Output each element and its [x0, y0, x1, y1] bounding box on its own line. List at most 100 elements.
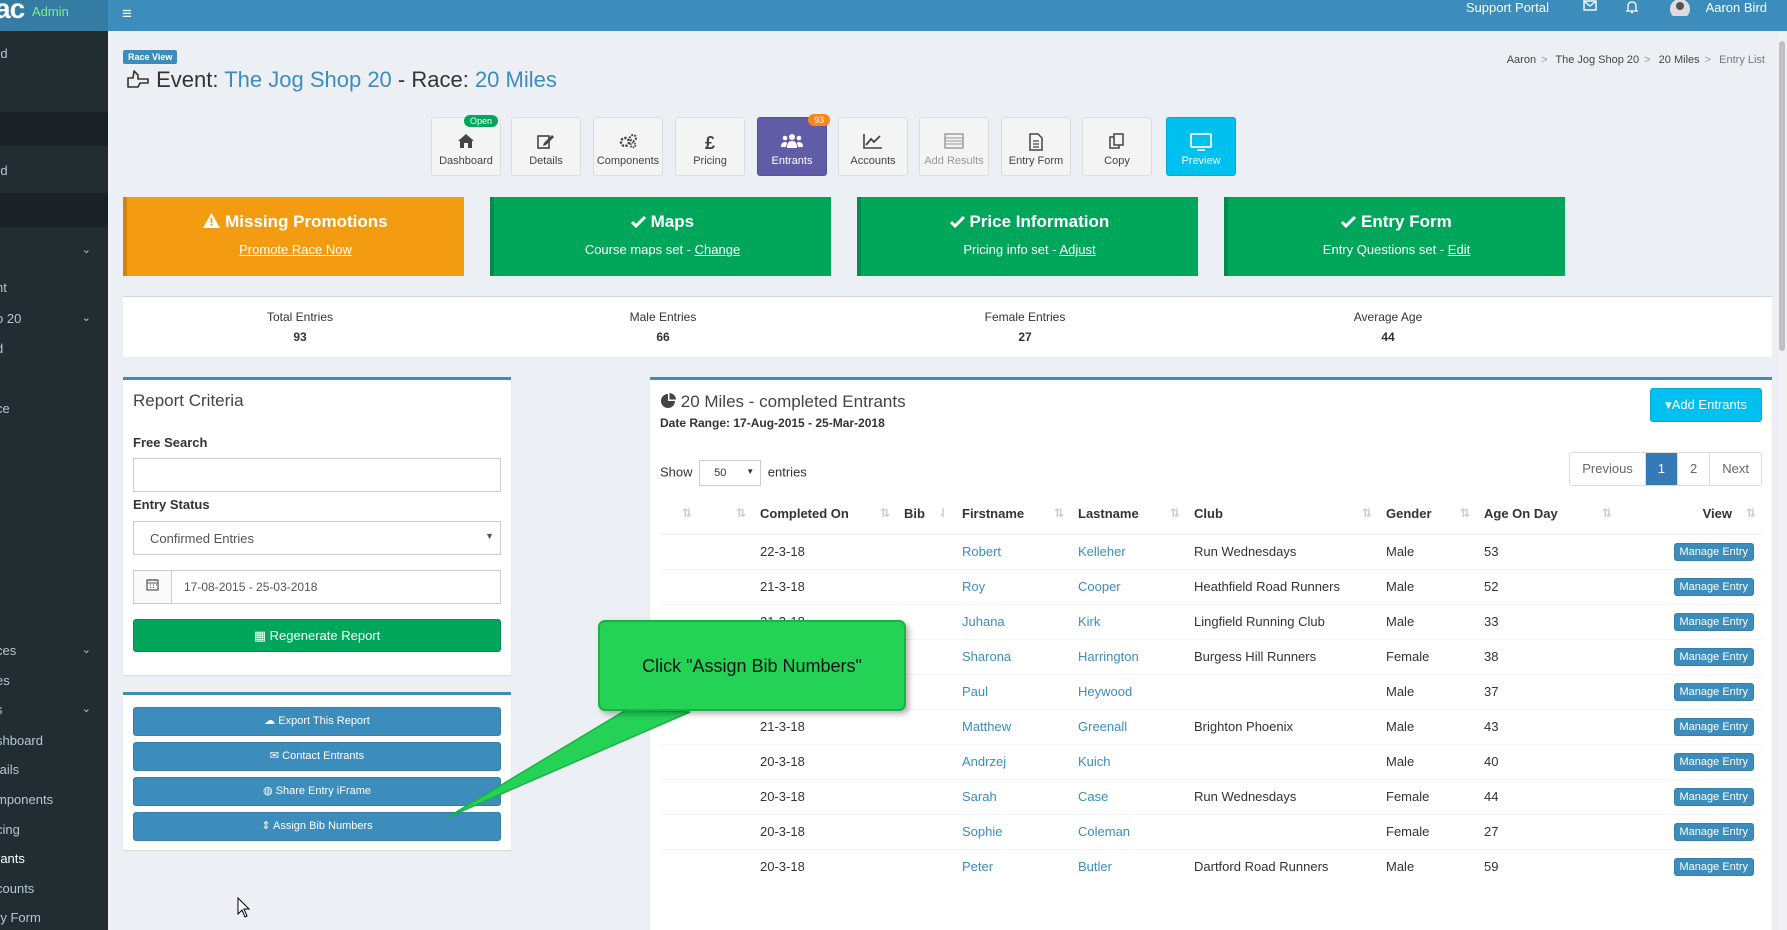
firstname-link[interactable]: Juhana	[954, 603, 1070, 639]
manage-entry-button[interactable]: Manage Entry	[1673, 857, 1754, 876]
pagination-page-1[interactable]: 1	[1644, 453, 1678, 485]
sidebar-item[interactable]: mponents	[0, 792, 108, 810]
manage-entry-button[interactable]: Manage Entry	[1673, 542, 1754, 561]
share-iframe-button[interactable]: ◍ Share Entry iFrame	[133, 777, 501, 806]
manage-entry-button[interactable]: Manage Entry	[1673, 787, 1754, 806]
sidebar-item[interactable]: shboard	[0, 733, 108, 751]
sidebar-item[interactable]: counts	[0, 881, 108, 899]
support-portal-link[interactable]: Support Portal	[1466, 0, 1549, 15]
sidebar-collapse-item[interactable]: ⌄	[0, 243, 108, 259]
breadcrumb-item[interactable]: 20 Miles	[1659, 54, 1700, 66]
column-header[interactable]: Lastname ⇅	[1070, 494, 1186, 535]
firstname-link[interactable]: Paul	[954, 673, 1070, 709]
breadcrumb-item[interactable]: The Jog Shop 20	[1555, 54, 1639, 66]
race-name-link[interactable]: 20 Miles	[475, 67, 557, 92]
column-header[interactable]: Club ⇅	[1186, 494, 1378, 535]
status-link-entry-form[interactable]: Edit	[1448, 242, 1470, 257]
sidebar-item[interactable]: rd	[0, 163, 108, 181]
logo[interactable]: ac Admin	[0, 0, 108, 31]
sidebar-item[interactable]: rd	[0, 46, 108, 64]
tab-copy[interactable]: Copy	[1082, 117, 1152, 176]
lastname-link[interactable]: Kuich	[1070, 743, 1186, 779]
scrollbar-thumb[interactable]	[1779, 41, 1785, 351]
contact-entrants-button[interactable]: ✉ Contact Entrants	[133, 742, 501, 771]
lastname-link[interactable]: Case	[1070, 778, 1186, 814]
firstname-link[interactable]: Peter	[954, 848, 1070, 884]
firstname-link[interactable]: Sarah	[954, 778, 1070, 814]
firstname-link[interactable]: Robert	[954, 533, 1070, 569]
manage-entry-button[interactable]: Manage Entry	[1673, 717, 1754, 736]
user-avatar[interactable]	[1669, 0, 1691, 19]
manage-entry-button[interactable]: Manage Entry	[1673, 577, 1754, 596]
lastname-link[interactable]: Harrington	[1070, 638, 1186, 674]
bell-icon[interactable]	[1625, 0, 1639, 17]
export-report-button[interactable]: ☁ Export This Report	[133, 707, 501, 736]
tab-accounts[interactable]: Accounts	[838, 117, 908, 176]
manage-entry-button[interactable]: Manage Entry	[1673, 647, 1754, 666]
sidebar-item[interactable]: s⌄	[0, 702, 108, 720]
tab-entry-form[interactable]: Entry Form	[1001, 117, 1071, 176]
column-header[interactable]: ⇅	[698, 494, 752, 535]
firstname-link[interactable]: Matthew	[954, 708, 1070, 744]
tab-preview[interactable]: Preview	[1166, 117, 1236, 176]
status-link-price-information[interactable]: Adjust	[1059, 242, 1095, 257]
page-length-select[interactable]: 50 ▼	[699, 460, 762, 486]
breadcrumb-item[interactable]: Aaron	[1507, 54, 1536, 66]
sidebar-item[interactable]: ry Form	[0, 910, 108, 928]
sidebar-item[interactable]: d	[0, 341, 108, 359]
manage-entry-button[interactable]: Manage Entry	[1673, 682, 1754, 701]
add-entrants-button[interactable]: ▾Add Entrants	[1650, 388, 1762, 422]
event-name-link[interactable]: The Jog Shop 20	[224, 67, 392, 92]
free-search-input[interactable]	[133, 458, 501, 492]
assign-bib-numbers-button[interactable]: ⇕ Assign Bib Numbers	[133, 812, 501, 841]
firstname-link[interactable]: Sophie	[954, 813, 1070, 849]
entry-status-select[interactable]: Confirmed Entries ▼	[133, 521, 501, 555]
firstname-link[interactable]: Sharona	[954, 638, 1070, 674]
firstname-link[interactable]: Roy	[954, 568, 1070, 604]
manage-entry-button[interactable]: Manage Entry	[1673, 822, 1754, 841]
lastname-link[interactable]: Cooper	[1070, 568, 1186, 604]
column-header[interactable]: Age On Day ⇅	[1476, 494, 1618, 535]
sidebar-item[interactable]: ce	[0, 401, 108, 419]
sidebar-item[interactable]: tails	[0, 762, 108, 780]
tab-components[interactable]: Components	[593, 117, 663, 176]
pagination-next[interactable]: Next	[1709, 453, 1761, 485]
page-scrollbar[interactable]	[1777, 31, 1787, 930]
status-link-maps[interactable]: Change	[695, 242, 741, 257]
regenerate-report-button[interactable]: ▦ Regenerate Report	[133, 619, 501, 652]
sidebar-item[interactable]: o 20 ⌄	[0, 311, 108, 329]
tab-details[interactable]: Details	[511, 117, 581, 176]
lastname-link[interactable]: Kirk	[1070, 603, 1186, 639]
tab-dashboard[interactable]: Dashboard Open	[431, 115, 501, 176]
pagination-page-2[interactable]: 2	[1677, 453, 1709, 485]
status-link-missing-promotions[interactable]: Promote Race Now	[239, 242, 352, 257]
lastname-link[interactable]: Heywood	[1070, 673, 1186, 709]
firstname-link[interactable]: Andrzej	[954, 743, 1070, 779]
column-header[interactable]: Completed On ⇅	[752, 494, 896, 535]
manage-entry-button[interactable]: Manage Entry	[1673, 752, 1754, 771]
date-range-input[interactable]: 17-08-2015 - 25-03-2018	[133, 570, 501, 604]
tab-add-results[interactable]: Add Results	[919, 117, 989, 176]
column-header[interactable]: Firstname ⇅	[954, 494, 1070, 535]
lastname-link[interactable]: Coleman	[1070, 813, 1186, 849]
sidebar-item[interactable]: nt	[0, 280, 108, 298]
hamburger-menu-icon[interactable]: ≡	[122, 4, 132, 24]
column-header[interactable]: Bib ⇃	[896, 494, 954, 535]
column-header[interactable]: Gender ⇅	[1378, 494, 1476, 535]
column-header[interactable]: ⇅	[660, 494, 698, 535]
lastname-link[interactable]: Butler	[1070, 848, 1186, 884]
user-name[interactable]: Aaron Bird	[1706, 0, 1767, 15]
sidebar-item[interactable]: ces ⌄	[0, 643, 108, 661]
manage-entry-button[interactable]: Manage Entry	[1673, 612, 1754, 631]
lastname-link[interactable]: Kelleher	[1070, 533, 1186, 569]
sidebar-item[interactable]: rants	[0, 851, 108, 869]
sidebar-item[interactable]: cing	[0, 822, 108, 840]
tab-pricing[interactable]: £ Pricing	[675, 117, 745, 176]
sidebar-item[interactable]: es	[0, 673, 108, 691]
mail-icon[interactable]	[1583, 0, 1597, 15]
lastname-link[interactable]: Greenall	[1070, 708, 1186, 744]
chevron-down-icon: ⌄	[81, 703, 91, 715]
tab-entrants[interactable]: Entrants 93	[757, 114, 830, 176]
column-header[interactable]: View ⇅	[1618, 494, 1762, 535]
pagination-previous[interactable]: Previous	[1570, 453, 1645, 485]
